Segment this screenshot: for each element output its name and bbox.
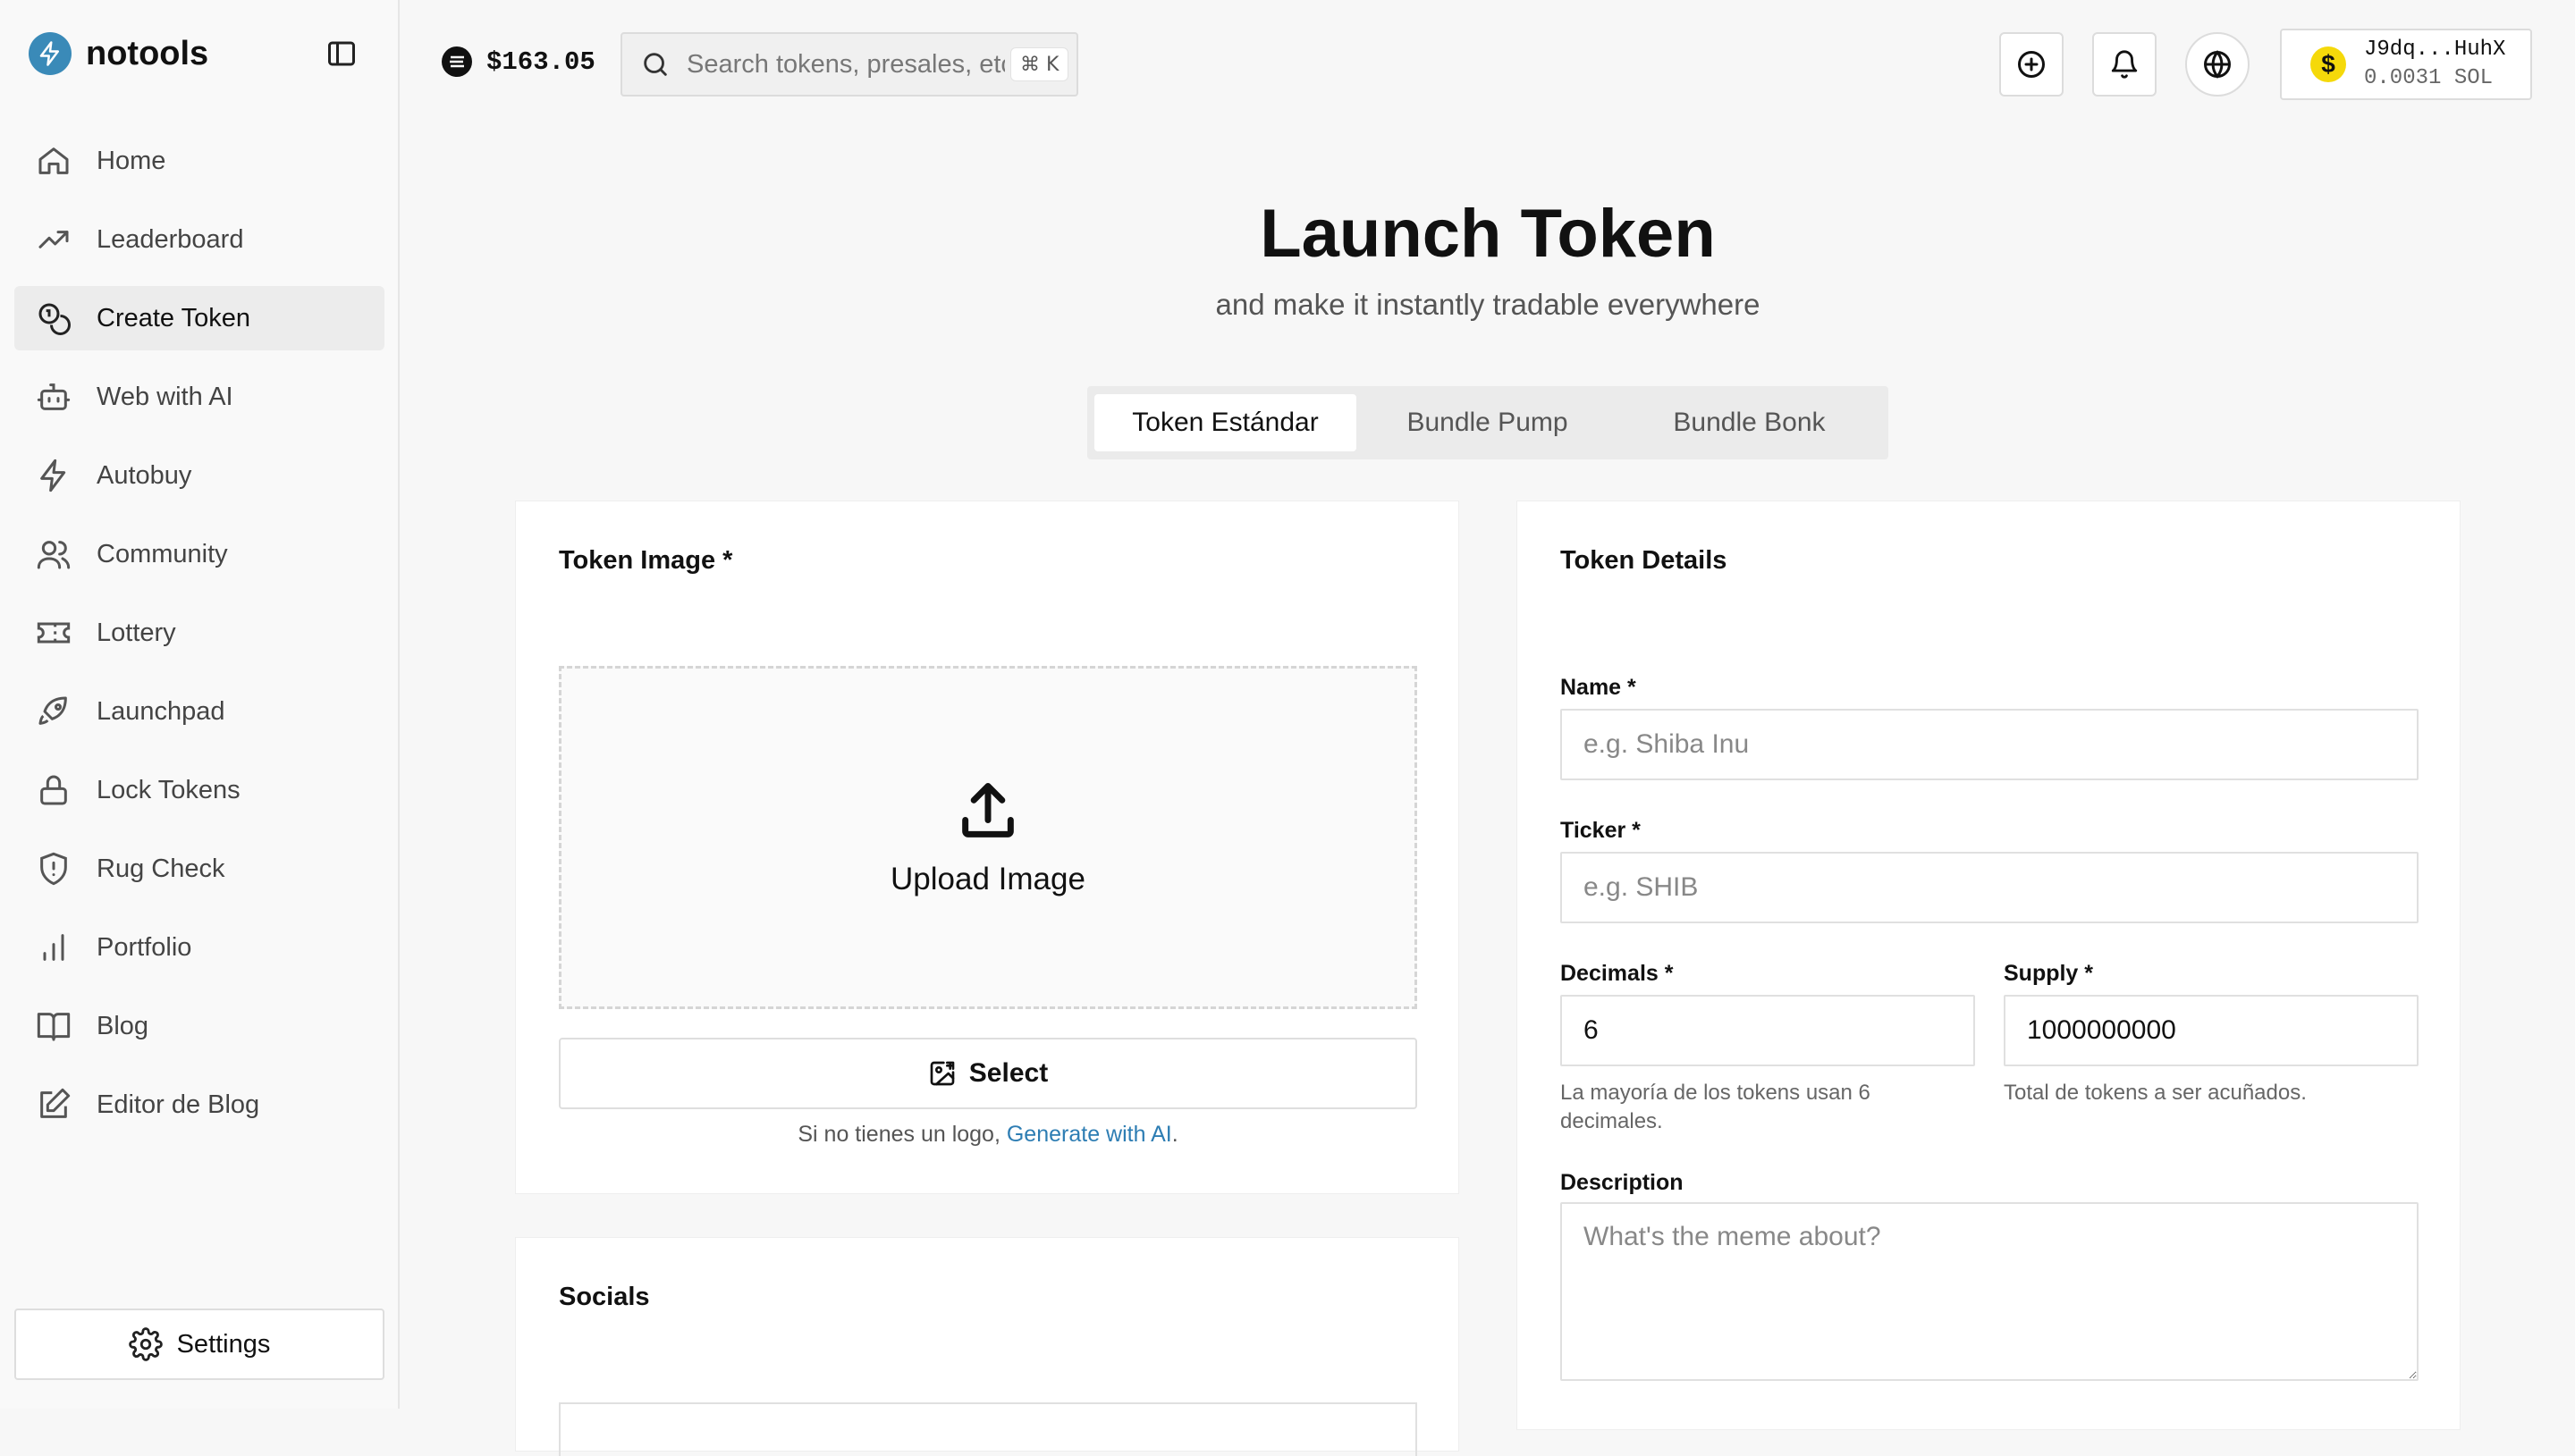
sol-price: $163.05 (442, 46, 595, 77)
bell-icon (2111, 50, 2138, 79)
search-input[interactable] (687, 49, 1005, 80)
sidebar-item-label: Portfolio (97, 932, 192, 962)
sidebar-item-label: Rug Check (97, 854, 225, 883)
globe-icon (2204, 50, 2231, 79)
notifications-button[interactable] (2092, 32, 2157, 97)
search-shortcut: ⌘ K (1010, 47, 1069, 81)
socials-field[interactable] (559, 1402, 1417, 1456)
create-button[interactable] (1999, 32, 2064, 97)
decimals-label: Decimals * (1560, 961, 1674, 986)
token-image-title: Token Image * (559, 546, 733, 575)
language-button[interactable] (2185, 32, 2250, 97)
lightning-logo-icon (29, 32, 72, 75)
rocket-icon (38, 696, 67, 725)
sidebar-item-rug-check[interactable]: Rug Check (14, 837, 384, 901)
sidebar-item-label: Home (97, 146, 166, 175)
sidebar-item-label: Editor de Blog (97, 1090, 260, 1119)
page-title: Launch Token (1260, 196, 1716, 272)
generate-with-ai-link[interactable]: Generate with AI (1007, 1122, 1172, 1147)
brand[interactable]: notools (29, 32, 208, 75)
sidebar-item-web-with-ai[interactable]: Web with AI (14, 365, 384, 429)
ticker-label: Ticker * (1560, 818, 1641, 843)
token-details-title: Token Details (1560, 546, 1727, 575)
tab-token-estandar[interactable]: Token Estándar (1094, 394, 1356, 451)
tab-bundle-bonk[interactable]: Bundle Bonk (1618, 394, 1880, 451)
edit-icon (40, 1088, 71, 1118)
sidebar-item-portfolio[interactable]: Portfolio (14, 915, 384, 980)
lock-icon (40, 775, 67, 805)
settings-button[interactable]: Settings (14, 1309, 384, 1380)
sol-price-value: $163.05 (486, 46, 595, 77)
description-label: Description (1560, 1170, 1684, 1195)
sidebar-item-label: Web with AI (97, 382, 233, 411)
sidebar-item-editor-de-blog[interactable]: Editor de Blog (14, 1073, 384, 1137)
solana-icon (442, 46, 472, 77)
select-image-button[interactable]: Select (559, 1038, 1417, 1109)
ticker-input[interactable] (1560, 852, 2419, 923)
plus-circle-icon (2018, 51, 2045, 78)
sidebar-item-lottery[interactable]: Lottery (14, 601, 384, 665)
sidebar-item-lock-tokens[interactable]: Lock Tokens (14, 758, 384, 822)
gear-icon (128, 1327, 163, 1361)
sidebar-toggle-icon[interactable] (325, 38, 358, 70)
sidebar-item-home[interactable]: Home (14, 129, 384, 193)
token-details-card: Token Details Name * Ticker * Decimals *… (1516, 501, 2461, 1430)
hint-suffix: . (1171, 1122, 1178, 1147)
sidebar-item-label: Blog (97, 1011, 149, 1040)
name-label: Name * (1560, 675, 1636, 700)
bot-icon (37, 383, 71, 410)
sidebar-nav: Home Leaderboard Create Token Web with A… (14, 129, 384, 1151)
search-bar[interactable]: ⌘ K (621, 32, 1078, 97)
description-textarea[interactable] (1560, 1202, 2419, 1381)
book-open-icon (37, 1013, 71, 1041)
wallet-address: J9dq...HuhX (2364, 38, 2506, 62)
sidebar-item-blog[interactable]: Blog (14, 994, 384, 1058)
socials-title: Socials (559, 1283, 650, 1311)
socials-card: Socials (515, 1237, 1459, 1456)
decimals-help: La mayoría de los tokens usan 6 decimale… (1560, 1081, 1870, 1133)
select-label: Select (968, 1058, 1049, 1088)
supply-input[interactable] (2004, 995, 2419, 1066)
sidebar-item-label: Community (97, 539, 228, 568)
wallet-info: J9dq...HuhX 0.0031 SOL (2364, 36, 2505, 93)
ticket-icon (37, 622, 71, 644)
sidebar-item-community[interactable]: Community (14, 522, 384, 586)
users-icon (37, 541, 71, 569)
sidebar-item-label: Lottery (97, 618, 176, 647)
image-plus-icon (930, 1061, 955, 1086)
sidebar-item-label: Autobuy (97, 460, 192, 490)
sidebar-item-autobuy[interactable]: Autobuy (14, 443, 384, 508)
upload-image-label: Upload Image (891, 862, 1085, 896)
home-icon (38, 147, 69, 174)
token-type-tabs: Token Estándar Bundle Pump Bundle Bonk (1087, 386, 1888, 459)
zap-icon (40, 459, 66, 492)
brand-name: notools (86, 34, 209, 72)
hint-text: Si no tienes un logo, (798, 1122, 1007, 1147)
name-input[interactable] (1560, 709, 2419, 780)
sidebar-item-label: Lock Tokens (97, 775, 241, 804)
sidebar-item-label: Launchpad (97, 696, 225, 726)
wallet-avatar: $ (2310, 46, 2346, 82)
decimals-input[interactable] (1560, 995, 1975, 1066)
image-dropzone[interactable]: Upload Image (559, 666, 1417, 1009)
sidebar-item-launchpad[interactable]: Launchpad (14, 679, 384, 744)
tab-bundle-pump[interactable]: Bundle Pump (1356, 394, 1618, 451)
shield-alert-icon (40, 852, 67, 886)
logo-hint: Si no tienes un logo, Generate with AI. (559, 1122, 1417, 1148)
supply-help: Total de tokens a ser acuñados. (2004, 1081, 2307, 1105)
wallet-button[interactable]: $ J9dq...HuhX 0.0031 SOL (2280, 29, 2532, 100)
settings-label: Settings (176, 1329, 271, 1359)
supply-label: Supply * (2004, 961, 2094, 986)
page-subtitle: and make it instantly tradable everywher… (1215, 288, 1760, 321)
upload-icon (962, 783, 1014, 837)
bar-chart-icon (43, 934, 64, 961)
wallet-balance: 0.0031 SOL (2364, 66, 2494, 90)
token-image-card: Token Image * Upload Image Select Si no … (515, 501, 1459, 1194)
search-icon (644, 53, 667, 76)
